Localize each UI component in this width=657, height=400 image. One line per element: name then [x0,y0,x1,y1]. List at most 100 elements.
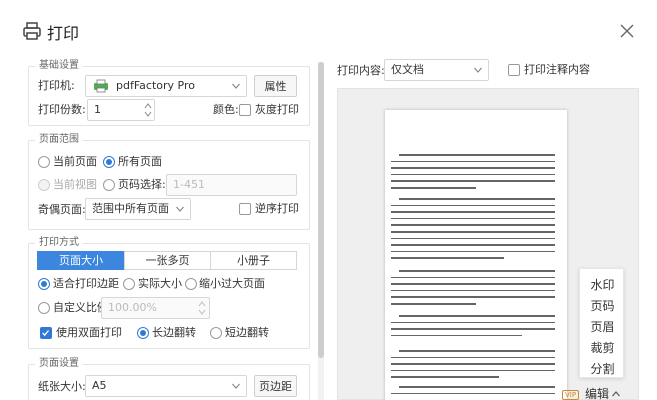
tab-page-size[interactable]: 页面大小 [37,251,125,270]
preview-text-line [391,257,504,259]
tab-booklet[interactable]: 小册子 [210,251,297,270]
printer-icon [23,22,41,40]
pdf-printer-icon [94,79,108,93]
chevron-down-icon [232,83,240,89]
preview-text-line [391,211,555,213]
close-icon[interactable] [620,24,634,38]
print-content-value: 仅文档 [391,63,424,76]
current-view-label: 当前视图 [53,178,97,191]
long-edge-radio[interactable] [137,327,149,339]
preview-text-line [391,231,555,233]
page-select-placeholder: 1-451 [173,178,205,191]
print-annotations-label: 打印注释内容 [524,63,590,76]
split-menu-item[interactable]: 分割 [580,361,625,377]
header-menu-item[interactable]: 页眉 [580,319,625,335]
shrink-large-radio[interactable] [185,278,197,290]
current-page-radio[interactable] [38,156,50,168]
crop-menu-item[interactable]: 裁剪 [580,340,625,356]
preview-text-line [399,198,555,200]
preview-text-line [391,217,555,220]
chevron-down-icon [176,206,184,212]
odd-even-label: 奇偶页面: [38,203,86,216]
custom-scale-value: 100.00% [108,301,157,314]
paper-size-value: A5 [92,379,107,392]
copies-stepper[interactable] [143,101,153,119]
shrink-large-label: 缩小过大页面 [199,277,265,290]
page-select-label: 页码选择: [118,178,166,191]
copies-label: 打印份数: [38,103,86,116]
preview-text-line [391,289,555,292]
reverse-print-checkbox[interactable] [239,203,251,215]
preview-text-line [391,356,555,359]
printer-select[interactable]: pdfFactory Pro [85,75,247,97]
preview-text-line [391,204,555,207]
all-pages-radio[interactable] [103,156,115,168]
dialog-title: 打印 [47,24,80,43]
preview-text-line [391,276,555,279]
custom-scale-stepper[interactable] [197,299,207,317]
preview-page [385,110,567,400]
copies-value: 1 [94,103,101,116]
margins-button[interactable]: 页边距 [254,375,297,397]
preview-text-line [391,187,476,189]
custom-scale-input[interactable]: 100.00% [101,297,210,319]
page-number-menu-item[interactable]: 页码 [580,298,625,314]
preview-text-line [391,321,555,324]
preview-text-line [391,376,499,378]
side-tools-menu: 水印 页码 页眉 裁剪 分割 [579,268,624,378]
page-range-title: 页面范围 [35,134,83,146]
odd-even-value: 范围中所有页面 [92,202,169,215]
reverse-print-label: 逆序打印 [255,202,299,215]
actual-size-label: 实际大小 [138,277,182,290]
preview-text-line [391,237,555,240]
fit-margins-label: 适合打印边距 [53,277,119,290]
print-annotations-checkbox[interactable] [508,64,520,76]
preview-text-line [391,167,555,169]
short-edge-radio[interactable] [210,327,222,339]
preview-text-line [391,250,555,253]
long-edge-label: 长边翻转 [152,326,196,339]
watermark-menu-item[interactable]: 水印 [580,277,625,293]
page-setup-title: 页面设置 [35,358,83,370]
chevron-up-icon[interactable] [612,391,620,397]
preview-text-line [391,369,555,372]
print-content-select[interactable]: 仅文档 [384,59,489,81]
page-select-input[interactable]: 1-451 [166,174,297,196]
preview-text-line [391,244,555,246]
preview-text-line [399,386,555,388]
chevron-down-icon [474,67,482,73]
preview-text-line [391,173,555,176]
page-select-radio[interactable] [103,179,115,191]
preview-text-line [391,224,555,226]
preview-text-line [391,180,555,182]
fit-margins-radio[interactable] [38,278,50,290]
paper-size-select[interactable]: A5 [85,375,247,397]
paper-size-label: 纸张大小: [38,380,86,393]
properties-button[interactable]: 属性 [254,75,297,97]
preview-text-line [391,363,555,365]
duplex-checkbox[interactable] [40,327,52,339]
preview-text-line [399,154,555,156]
color-label: 颜色: [213,103,239,116]
edit-button[interactable]: 编辑 [585,387,609,400]
custom-scale-radio[interactable] [38,302,50,314]
printer-select-value: pdfFactory Pro [116,79,195,92]
chevron-down-icon [232,383,240,389]
preview-text-line [391,160,555,163]
printer-label: 打印机: [38,79,75,92]
preview-text-line [399,270,555,272]
settings-scrollbar-thumb[interactable] [318,62,324,358]
odd-even-select[interactable]: 范围中所有页面 [85,198,191,220]
tab-multi-page[interactable]: 一张多页 [124,251,211,270]
grayscale-checkbox[interactable] [239,104,251,116]
vip-badge: VIP [562,390,580,400]
preview-text-line [391,334,522,337]
print-content-label: 打印内容: [337,64,385,77]
duplex-label: 使用双面打印 [56,326,122,339]
current-view-radio[interactable] [38,179,50,191]
actual-size-radio[interactable] [123,278,135,290]
title-bar [0,0,657,50]
custom-scale-label: 自定义比例 [53,301,108,314]
checkmark-icon [42,330,50,337]
grayscale-label: 灰度打印 [255,103,299,116]
